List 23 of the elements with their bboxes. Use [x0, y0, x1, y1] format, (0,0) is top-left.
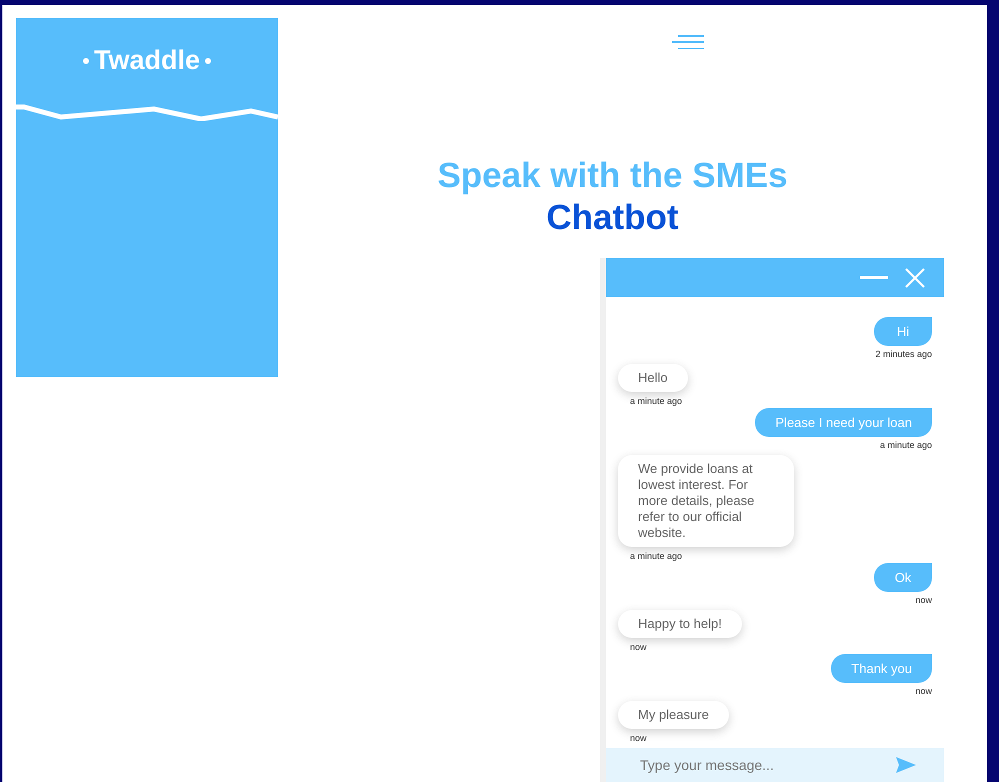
user-message-bubble: Hi: [874, 317, 932, 346]
page-subtitle: Chatbot: [546, 197, 679, 239]
menu-icon[interactable]: [672, 35, 704, 49]
bot-message-bubble: Happy to help!: [618, 610, 742, 638]
bot-message-bubble: My pleasure: [618, 701, 729, 729]
user-message-bubble: Thank you: [831, 654, 932, 683]
user-message-bubble: Please I need your loan: [755, 408, 932, 437]
message-time: a minute ago: [629, 551, 682, 562]
message-time: 2 minutes ago: [875, 349, 932, 360]
send-icon[interactable]: [896, 757, 916, 773]
message-input[interactable]: Type your message...: [606, 748, 944, 782]
bot-message-bubble: We provide loans at lowest interest. For more details, please refer to our official website.: [618, 455, 794, 547]
page-title: Speak with the SMEs: [437, 155, 788, 197]
brand-logo[interactable]: Twaddle: [94, 40, 200, 81]
message-time: now: [629, 642, 647, 653]
user-message-bubble: Ok: [874, 563, 932, 592]
message-time: now: [915, 595, 932, 606]
message-time: now: [915, 686, 932, 697]
bot-message-bubble: Hello: [618, 364, 688, 392]
message-time: a minute ago: [629, 396, 682, 407]
close-icon[interactable]: [904, 266, 926, 288]
message-time: now: [629, 733, 647, 744]
message-time: a minute ago: [880, 440, 932, 451]
